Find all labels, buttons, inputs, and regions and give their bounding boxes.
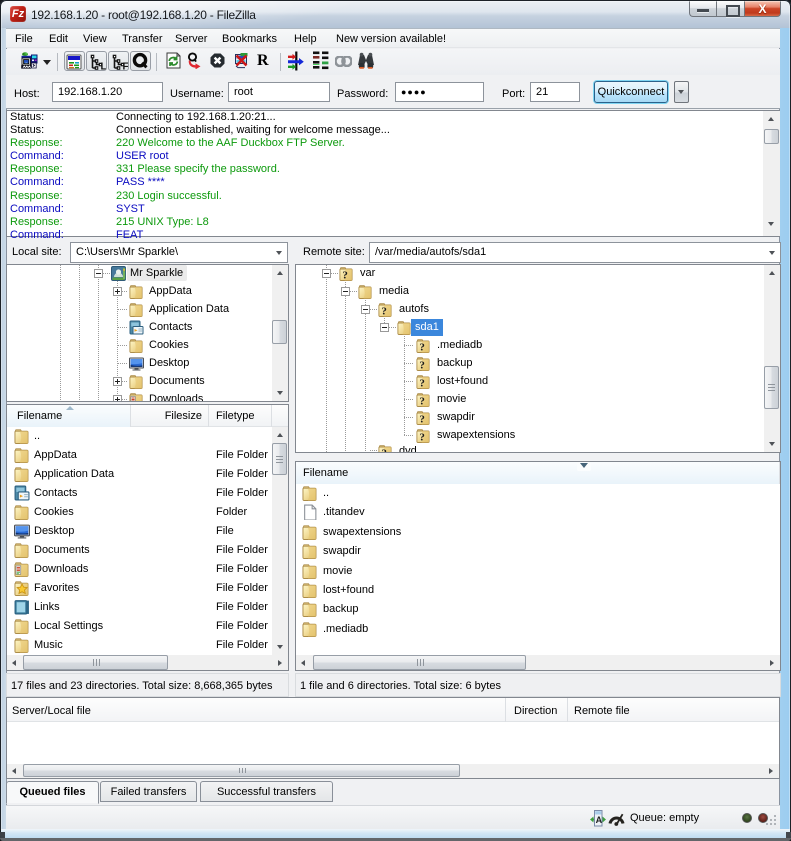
svg-text:A: A bbox=[596, 815, 603, 825]
svg-text:L: L bbox=[100, 62, 106, 71]
svg-text:F: F bbox=[122, 62, 128, 71]
